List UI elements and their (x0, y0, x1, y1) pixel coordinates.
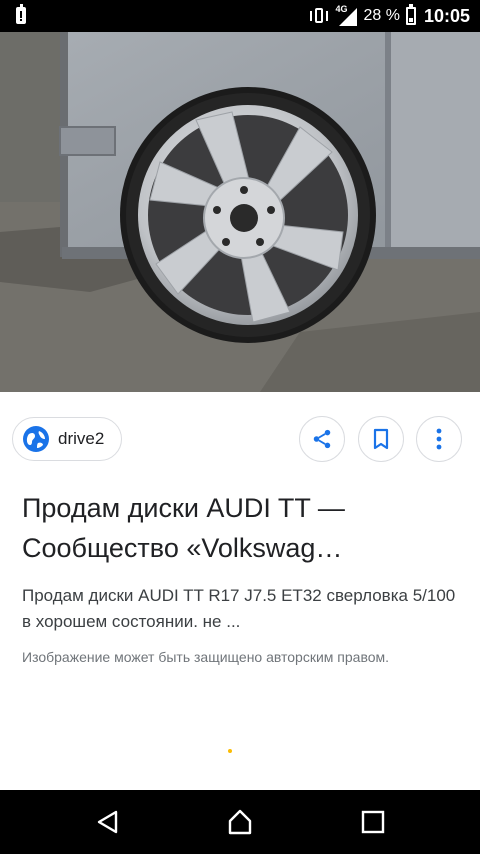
back-button[interactable] (88, 804, 128, 840)
result-image[interactable] (0, 32, 480, 392)
source-label: drive2 (58, 429, 105, 448)
recents-icon (361, 810, 385, 834)
signal-icon: 4G (335, 4, 358, 26)
bookmark-icon (373, 428, 389, 450)
recents-button[interactable] (353, 804, 393, 840)
home-button[interactable] (220, 804, 260, 840)
more-vert-icon (436, 428, 442, 450)
battery-icon (405, 4, 416, 25)
status-bar: 4G 28 % 10:05 (0, 0, 480, 32)
battery-percent: 28 % (363, 7, 400, 24)
copyright-note: Изображение может быть защищено авторски… (22, 649, 390, 665)
save-button[interactable] (358, 416, 404, 462)
result-description: Продам диски AUDI TT R17 J7.5 ET32 сверл… (22, 586, 456, 631)
more-options-button[interactable] (416, 416, 462, 462)
navigation-bar (0, 790, 480, 854)
result-title[interactable]: Продам диски AUDI TT — Сообщество «Volks… (22, 488, 462, 568)
globe-icon (23, 426, 49, 452)
share-button[interactable] (299, 416, 345, 462)
battery-alert-icon (16, 4, 26, 24)
home-icon (228, 809, 252, 835)
share-icon (313, 429, 331, 449)
result-title-line-2: Сообщество «Volkswag… (22, 533, 343, 563)
source-chip[interactable]: drive2 (12, 417, 122, 461)
clock: 10:05 (423, 5, 470, 26)
loading-indicator (228, 749, 232, 753)
back-icon (97, 810, 118, 834)
vibrate-icon (309, 7, 329, 25)
result-title-line-1: Продам диски AUDI TT — (22, 493, 345, 523)
wheel-photo (0, 32, 480, 392)
